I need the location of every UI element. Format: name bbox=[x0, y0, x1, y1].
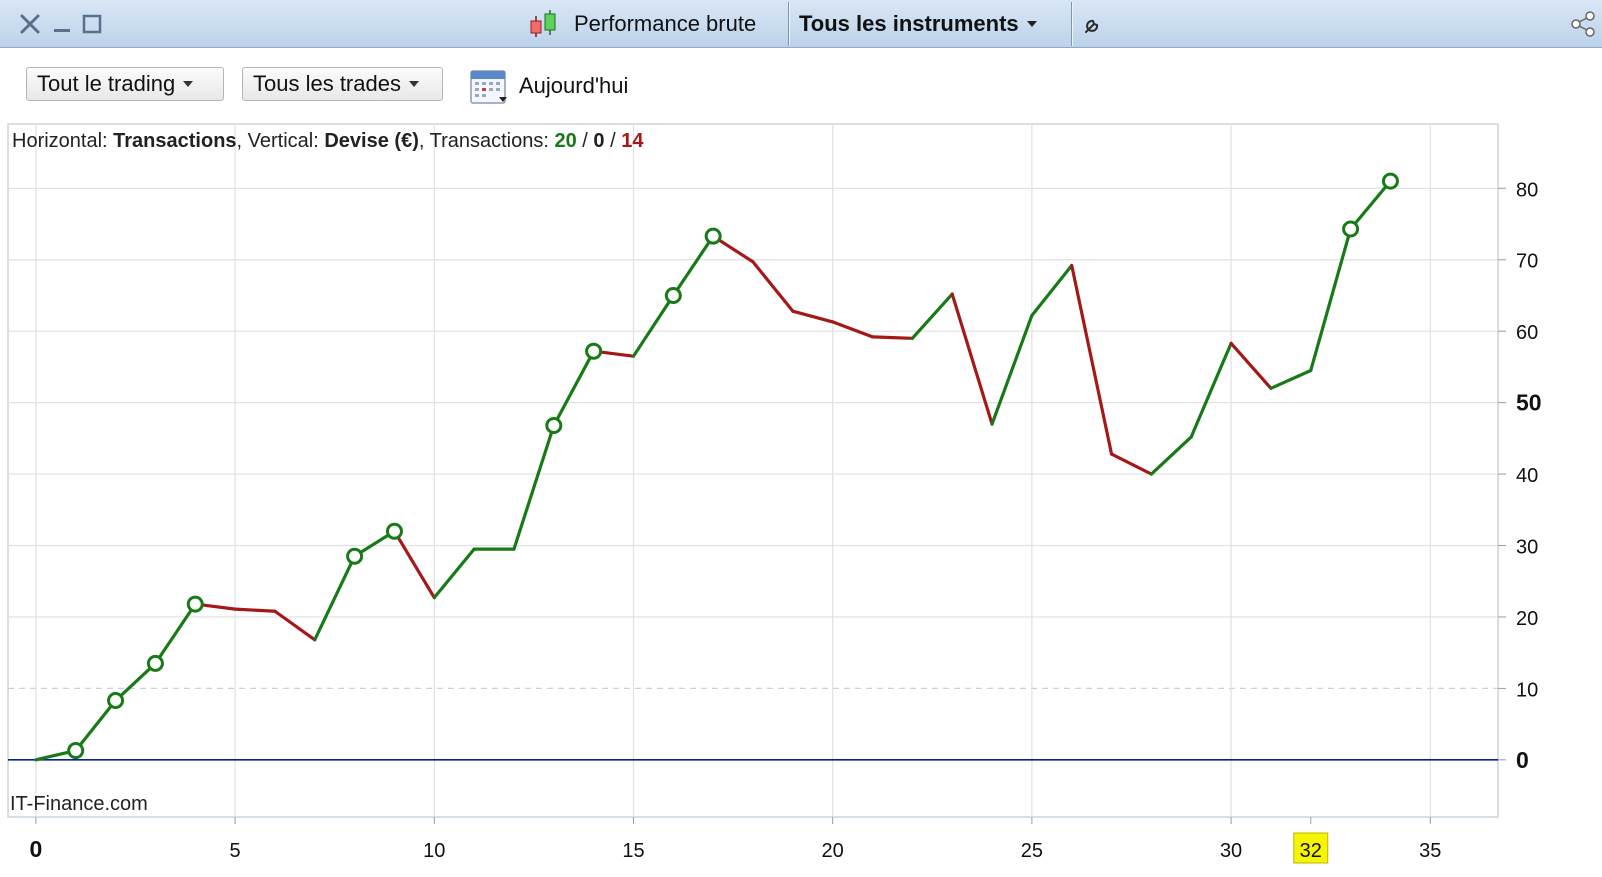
x-tick-label: 5 bbox=[230, 840, 241, 862]
y-tick-label: 20 bbox=[1516, 608, 1538, 630]
calendar-icon bbox=[469, 67, 509, 105]
x-tick-label: 30 bbox=[1220, 840, 1242, 862]
y-tick-label: 50 bbox=[1516, 390, 1542, 416]
window-titlebar: Performance brute Tous les instruments bbox=[0, 0, 1602, 48]
loss-segment bbox=[233, 607, 277, 613]
chart-toolbar: Tout le trading Tous les trades Aujourd'… bbox=[6, 49, 1596, 119]
candlestick-icon bbox=[526, 7, 560, 41]
trades-filter-label: Tous les trades bbox=[253, 71, 401, 96]
loss-segment bbox=[870, 335, 914, 340]
y-tick-label: 30 bbox=[1516, 537, 1538, 559]
trading-filter-dropdown[interactable]: Tout le trading bbox=[26, 67, 224, 101]
chart-info-line: Horizontal: Transactions, Vertical: Devi… bbox=[12, 130, 644, 152]
plot-area bbox=[7, 123, 1499, 818]
new-high-marker bbox=[1342, 220, 1360, 238]
y-tick-label: 0 bbox=[1516, 747, 1529, 773]
x-tick-label: 25 bbox=[1021, 840, 1043, 862]
win-count: 20 bbox=[554, 130, 576, 152]
y-tick-label: 80 bbox=[1516, 179, 1538, 201]
y-tick-label: 70 bbox=[1516, 251, 1538, 273]
new-high-marker bbox=[585, 342, 603, 360]
date-label: Aujourd'hui bbox=[519, 73, 629, 98]
instrument-label: Tous les instruments bbox=[799, 11, 1019, 36]
x-tick-label: 0 bbox=[29, 836, 42, 862]
neutral-count: 0 bbox=[593, 130, 604, 152]
new-high-marker bbox=[186, 595, 204, 613]
share-icon[interactable] bbox=[1568, 11, 1598, 37]
x-tick-label: 20 bbox=[822, 840, 844, 862]
title-divider bbox=[788, 2, 789, 46]
new-high-marker bbox=[704, 227, 722, 245]
new-high-marker bbox=[1381, 172, 1399, 190]
minimize-icon[interactable] bbox=[50, 12, 74, 36]
new-high-marker bbox=[385, 522, 403, 540]
new-high-marker bbox=[146, 654, 164, 672]
view-selector[interactable]: Performance brute bbox=[526, 0, 756, 48]
close-icon[interactable] bbox=[18, 12, 42, 36]
chevron-down-icon bbox=[183, 81, 194, 87]
trades-filter-dropdown[interactable]: Tous les trades bbox=[242, 67, 443, 101]
trading-filter-label: Tout le trading bbox=[37, 71, 176, 96]
watermark: IT-Finance.com bbox=[10, 793, 148, 815]
y-axis-labels: 0 10 20 30 40 50 60 70 80 bbox=[1498, 179, 1542, 773]
y-tick-label: 10 bbox=[1516, 679, 1538, 701]
new-high-marker bbox=[664, 286, 682, 304]
instrument-selector[interactable]: Tous les instruments bbox=[799, 0, 1037, 48]
y-tick-label: 60 bbox=[1516, 322, 1538, 344]
x-axis-labels: 0 5 10 15 20 25 30 32 35 bbox=[29, 817, 1441, 864]
new-high-marker bbox=[346, 547, 364, 565]
performance-chart: 0 10 20 30 40 50 60 70 80 0 5 10 15 20 25 30 32 35 Horiz… bbox=[0, 120, 1602, 872]
chart-svg: 0 10 20 30 40 50 60 70 80 0 5 10 15 20 25 30 32 35 Horiz… bbox=[7, 123, 1542, 864]
y-tick-label: 40 bbox=[1516, 465, 1538, 487]
chevron-down-icon bbox=[408, 81, 419, 87]
maximize-icon[interactable] bbox=[80, 12, 104, 36]
new-high-marker bbox=[107, 692, 125, 710]
x-tick-label: 35 bbox=[1419, 840, 1441, 862]
title-divider bbox=[1071, 2, 1072, 46]
x-tick-label: 15 bbox=[622, 840, 644, 862]
chevron-down-icon bbox=[1026, 21, 1037, 27]
view-label: Performance brute bbox=[574, 11, 757, 36]
x-tick-label: 32 bbox=[1300, 840, 1322, 862]
new-high-marker bbox=[545, 416, 563, 434]
loss-count: 14 bbox=[621, 130, 644, 152]
date-selector[interactable]: Aujourd'hui bbox=[469, 67, 628, 105]
new-high-marker bbox=[67, 742, 85, 760]
wrench-icon[interactable] bbox=[1082, 12, 1106, 36]
x-tick-label: 10 bbox=[423, 840, 445, 862]
